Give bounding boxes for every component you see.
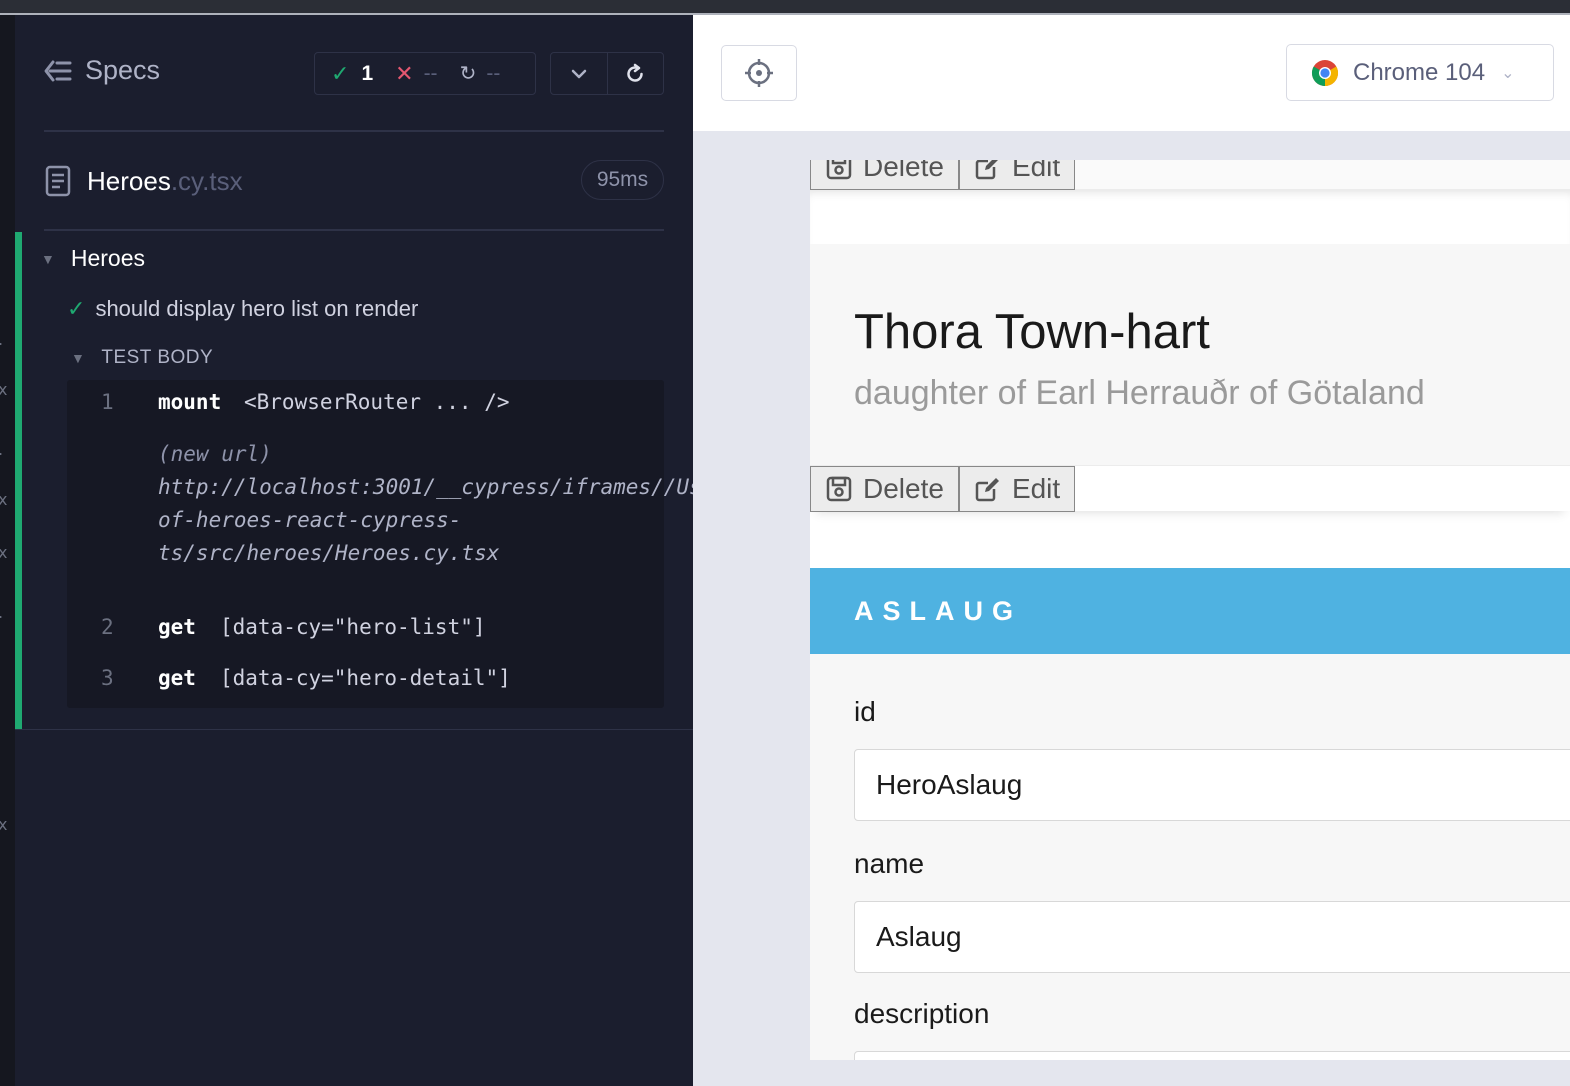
collapse-all-button[interactable] <box>551 53 607 94</box>
browser-top-strip <box>0 0 1570 15</box>
id-label: id <box>854 696 876 727</box>
left-gutter: . x . x x . x <box>0 15 15 1086</box>
failed-stat: ✕ -- <box>395 60 438 86</box>
name-label: name <box>854 848 925 879</box>
divider <box>44 229 664 231</box>
pass-indicator-bar <box>15 232 22 729</box>
chevron-down-icon <box>571 69 586 78</box>
spec-file-name[interactable]: Heroes .cy.tsx <box>45 165 243 197</box>
passed-stat: ✓ 1 <box>331 60 374 86</box>
divider <box>44 130 664 132</box>
preview-toolbar: Chrome 104 ⌄ <box>693 15 1570 131</box>
chevron-down-icon: ▼ <box>41 250 55 267</box>
card-footer: Delete Edit <box>810 465 1570 512</box>
command-list: 1 mount <BrowserRouter ... /> (new url) … <box>67 380 891 708</box>
crosshair-icon <box>745 59 773 87</box>
name-input[interactable]: Aslaug <box>854 901 1570 973</box>
app-under-test: Delete Edit Thora Town-hart daughter of … <box>810 160 1570 1060</box>
duration-badge: 95ms <box>581 160 664 200</box>
document-icon <box>45 165 71 197</box>
pending-icon: ↻ <box>459 63 477 85</box>
pending-stat: ↻ -- <box>459 61 501 86</box>
save-icon <box>826 160 852 180</box>
selector-playground-button[interactable] <box>721 45 797 101</box>
delete-button[interactable]: Delete <box>810 160 959 190</box>
rerun-button[interactable] <box>606 53 664 94</box>
browser-selector[interactable]: Chrome 104 ⌄ <box>1286 44 1554 101</box>
hero-description: daughter of Earl Herrauðr of Götaland <box>854 374 1425 412</box>
test-body-toggle[interactable]: ▼ TEST BODY <box>71 347 213 369</box>
id-input[interactable]: HeroAslaug <box>854 749 1570 821</box>
card-buttons: Delete Edit <box>810 466 1076 512</box>
edit-button[interactable]: Edit <box>958 160 1076 190</box>
refresh-icon <box>627 63 643 82</box>
divider <box>15 729 693 730</box>
test-item[interactable]: ✓ should display hero list on render <box>67 296 418 322</box>
edit-icon <box>975 160 998 180</box>
chevron-down-icon: ▼ <box>71 350 86 366</box>
hero-detail-header: ASLAUG <box>810 568 1570 654</box>
check-icon: ✓ <box>331 60 350 86</box>
save-icon <box>826 476 852 502</box>
new-url-event[interactable]: (new url) http://localhost:3001/__cypres… <box>158 438 891 570</box>
app-preview-panel: Chrome 104 ⌄ Delete Edit Thora Town-hart… <box>693 15 1570 1086</box>
edit-icon <box>975 478 999 502</box>
runner-controls <box>550 52 664 95</box>
chrome-icon <box>1311 59 1339 86</box>
collapse-menu-icon <box>44 60 72 81</box>
edit-button[interactable]: Edit <box>958 466 1076 512</box>
command-log-panel: Specs ✓ 1 ✕ -- ↻ -- Heroes .cy.tsx 95ms … <box>15 15 891 1086</box>
check-icon: ✓ <box>67 296 86 321</box>
test-stats: ✓ 1 ✕ -- ↻ -- <box>314 52 536 95</box>
hero-card: Thora Town-hart daughter of Earl Herrauð… <box>810 244 1570 465</box>
hero-name: Thora Town-hart <box>854 305 1210 359</box>
specs-label: Specs <box>85 55 161 85</box>
description-input[interactable] <box>854 1051 1570 1060</box>
card-buttons: Delete Edit <box>810 160 1076 190</box>
x-icon: ✕ <box>395 60 414 86</box>
hero-detail-form: id HeroAslaug name Aslaug description <box>810 654 1570 1060</box>
suite-heroes[interactable]: ▼ Heroes <box>41 245 145 272</box>
delete-button[interactable]: Delete <box>810 466 959 512</box>
description-label: description <box>854 998 990 1029</box>
chevron-down-icon: ⌄ <box>1501 64 1515 82</box>
specs-toggle[interactable]: Specs <box>43 55 160 86</box>
